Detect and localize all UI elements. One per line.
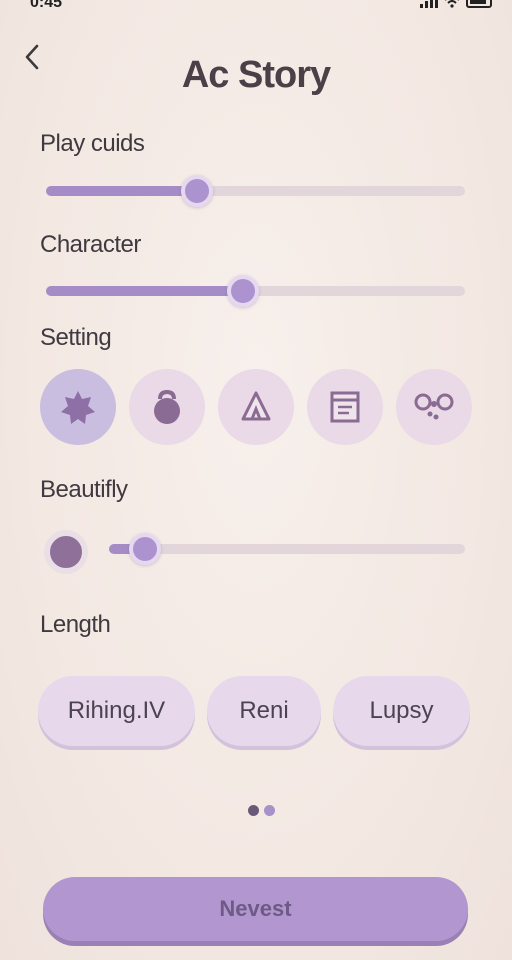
beautify-slider-thumb[interactable] xyxy=(129,533,161,565)
tent-icon xyxy=(241,391,271,421)
character-label: Character xyxy=(40,231,141,258)
page-indicator xyxy=(248,805,275,816)
length-label: Length xyxy=(40,611,111,638)
signal-icon xyxy=(420,0,438,8)
play-slider-fill xyxy=(46,186,197,196)
setting-option-kettlebell[interactable] xyxy=(129,369,205,445)
status-bar: 0:45 xyxy=(0,0,512,22)
status-time: 0:45 xyxy=(30,0,63,11)
status-icons xyxy=(420,0,492,8)
next-button[interactable]: Nevest xyxy=(43,877,468,941)
setting-option-tent[interactable] xyxy=(218,369,294,445)
page-title: Ac Story xyxy=(181,54,331,96)
beautify-label: Beautifly xyxy=(40,476,128,503)
bubbles-icon xyxy=(414,393,454,420)
length-option[interactable]: Reni xyxy=(207,676,321,746)
page-dot[interactable] xyxy=(248,805,259,816)
setting-label: Setting xyxy=(40,324,112,351)
star-badge-icon xyxy=(61,391,95,424)
character-slider-thumb[interactable] xyxy=(227,275,259,307)
setting-option-box[interactable] xyxy=(307,369,383,445)
page-dot[interactable] xyxy=(264,805,275,816)
setting-option-bubbles[interactable] xyxy=(396,369,472,445)
beautify-slider[interactable] xyxy=(109,533,465,565)
play-slider-thumb[interactable] xyxy=(181,175,213,207)
setting-options xyxy=(40,369,472,445)
play-label: Play cuids xyxy=(40,130,145,157)
character-slider-fill xyxy=(46,286,243,296)
length-option[interactable]: Rihing.IV xyxy=(38,676,195,746)
box-icon xyxy=(330,391,360,423)
battery-icon xyxy=(466,0,492,8)
character-slider[interactable] xyxy=(46,275,465,307)
length-option[interactable]: Lupsy xyxy=(333,676,470,746)
play-slider[interactable] xyxy=(46,175,465,207)
beautify-color-swatch[interactable] xyxy=(44,530,88,574)
wifi-icon xyxy=(445,0,459,8)
setting-option-star[interactable] xyxy=(40,369,116,445)
kettlebell-icon xyxy=(154,389,180,424)
